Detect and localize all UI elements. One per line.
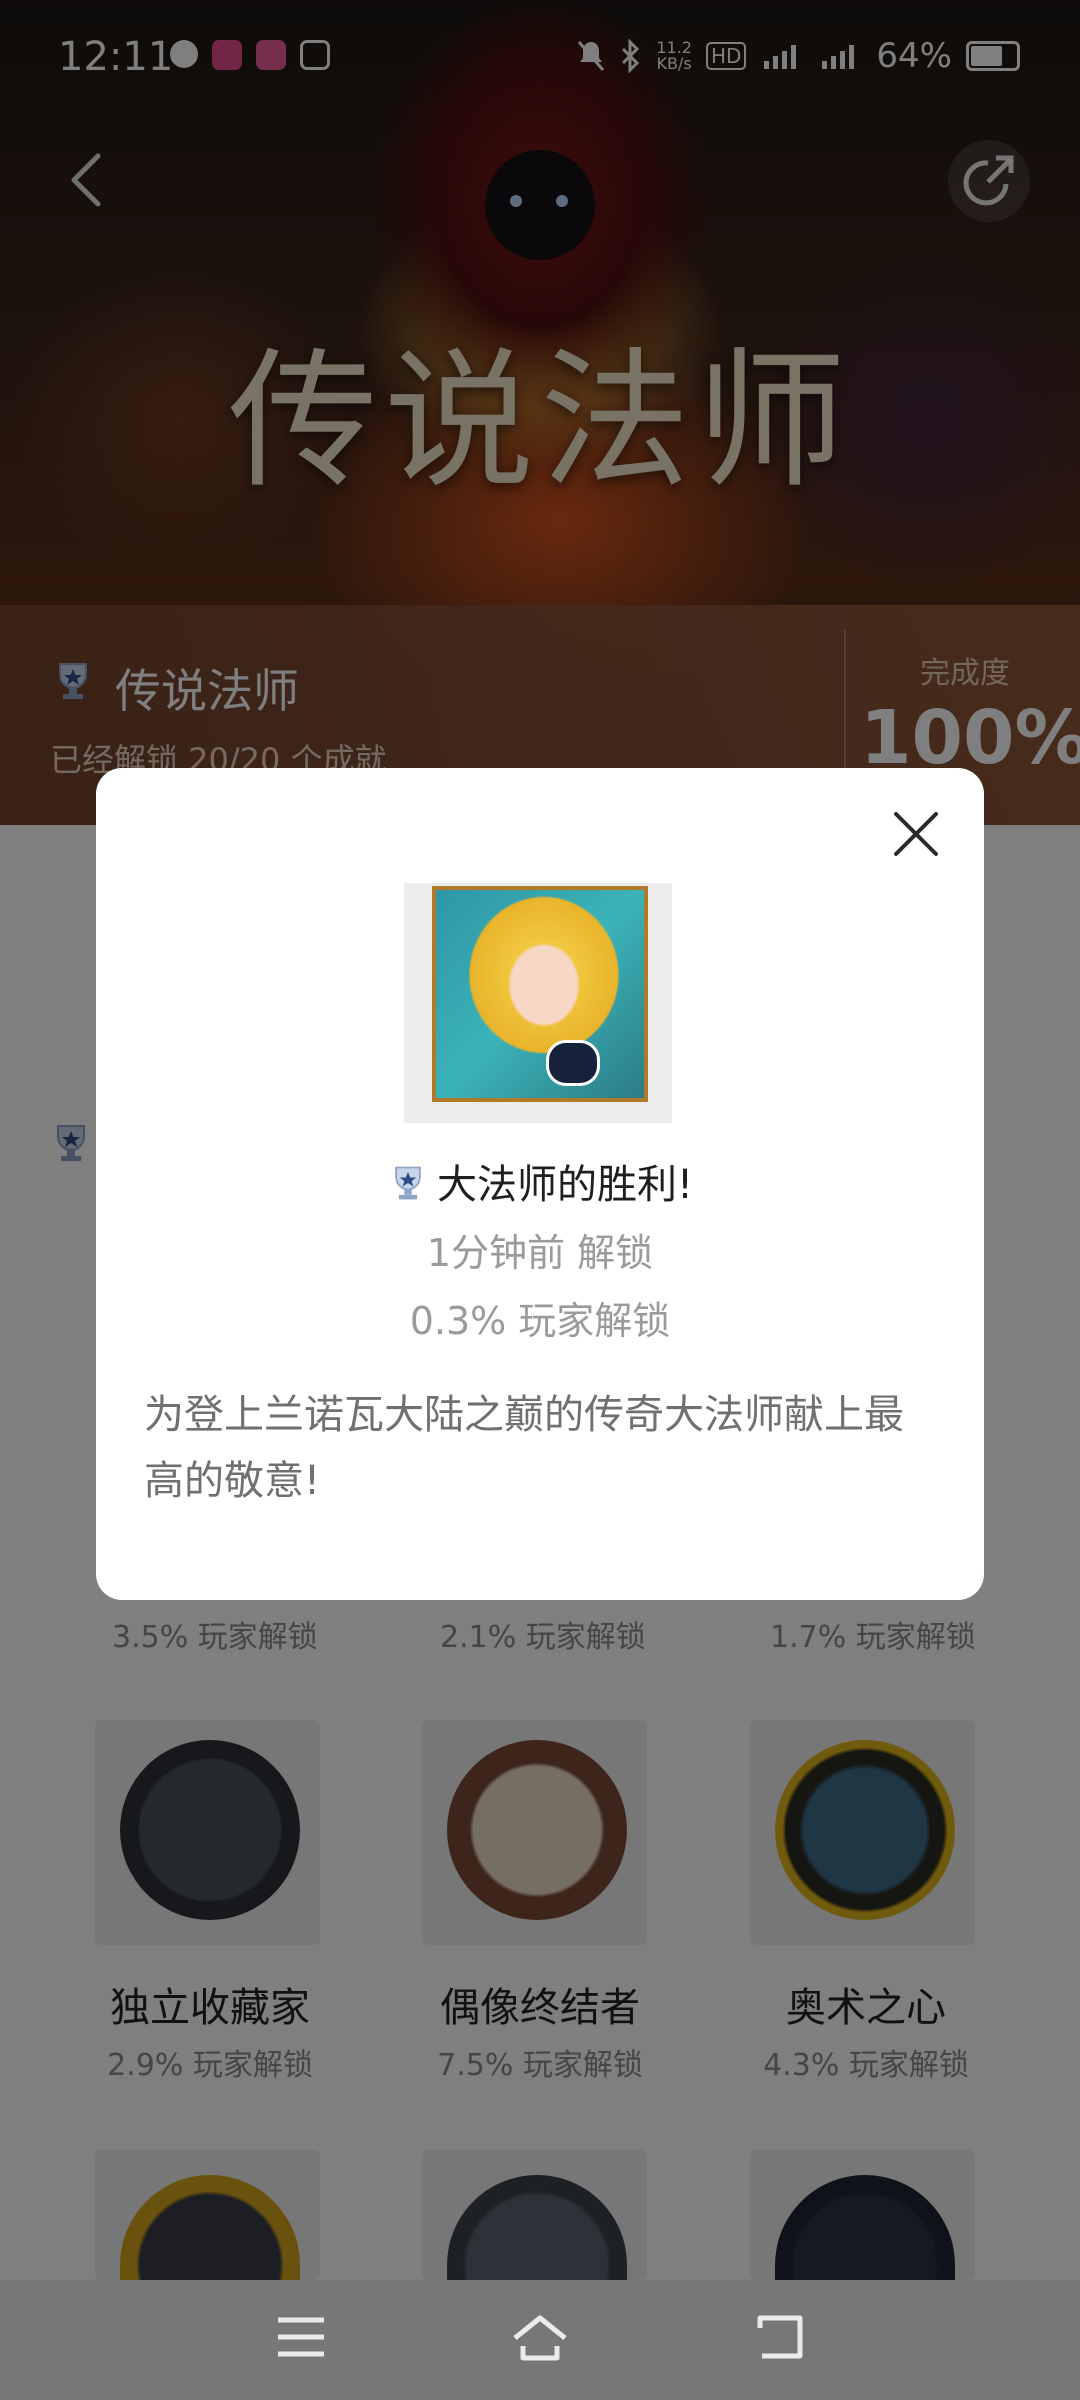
game-controller-icon (546, 1040, 600, 1086)
back-nav-icon[interactable] (750, 2310, 812, 2364)
achievement-title: 大法师的胜利! (436, 1162, 694, 1208)
achievement-portrait (432, 886, 648, 1102)
menu-icon[interactable] (270, 2310, 332, 2364)
achievement-description: 为登上兰诺瓦大陆之巅的传奇大法师献上最高的敬意! (144, 1392, 904, 1504)
close-icon[interactable] (882, 800, 950, 868)
home-icon[interactable] (509, 2310, 571, 2364)
trophy-icon (395, 1166, 421, 1200)
unlock-time: 1分钟前 解锁 (426, 1231, 654, 1275)
achievement-title-row: 大法师的胜利! (96, 1152, 984, 1210)
unlock-rate: 0.3% 玩家解锁 (409, 1299, 671, 1343)
